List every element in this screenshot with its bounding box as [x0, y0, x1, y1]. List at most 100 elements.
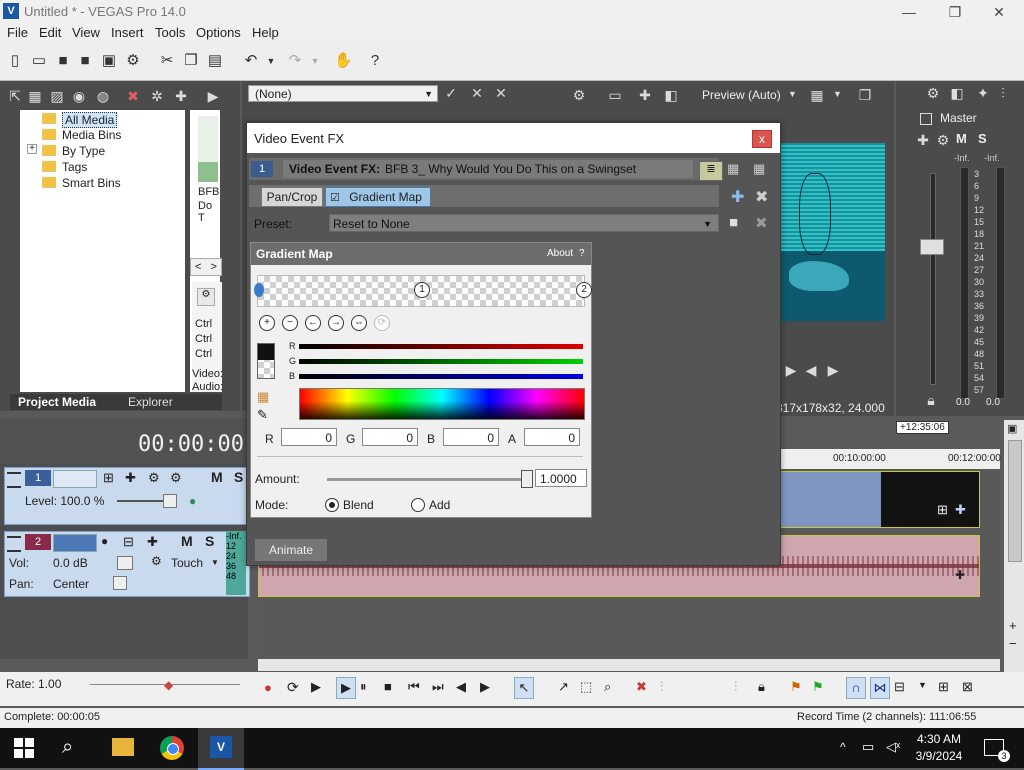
clock-date[interactable]: 3/9/2024 — [912, 749, 966, 763]
scroll-right-icon[interactable]: > — [211, 261, 217, 273]
amount-slider-handle[interactable] — [521, 470, 533, 488]
alpha-value-field[interactable]: 0 — [524, 428, 580, 446]
chrome-icon[interactable] — [160, 736, 184, 760]
menu-help[interactable]: Help — [252, 25, 279, 40]
compositing-child-icon[interactable]: ⚙ — [170, 470, 182, 486]
help-link[interactable]: ? — [579, 248, 585, 259]
undo-dropdown-icon[interactable]: ▼ — [262, 52, 280, 70]
alpha-color-spectrum[interactable] — [299, 388, 585, 420]
plugin-chain-icon[interactable]: ✚ — [731, 187, 744, 207]
properties-gear-icon[interactable]: ⚙ — [124, 52, 142, 70]
preview-quality[interactable]: Preview (Auto) — [702, 88, 781, 102]
ripple-edit-icon[interactable]: ⊟ — [894, 679, 905, 695]
zoom-in-icon[interactable]: + — [1009, 618, 1017, 633]
cut-icon[interactable]: ✂ — [158, 52, 176, 70]
video-track-header[interactable]: 1 ⊞ ✚ ⚙ ⚙ M S Level: 100.0 % ● — [4, 467, 250, 525]
transitions-icon[interactable]: ✕ — [468, 84, 486, 102]
gradient-stop-left[interactable] — [254, 283, 264, 297]
lock-envelopes-icon[interactable]: ⊞ — [938, 679, 949, 695]
next-stop-icon[interactable]: → — [328, 315, 344, 331]
track-color-icon[interactable]: ● — [189, 494, 196, 508]
next-frame-step-icon[interactable]: ▶ — [824, 361, 842, 379]
tab-explorer[interactable]: Explorer — [128, 395, 173, 409]
chevron-down-icon[interactable]: ▼ — [788, 89, 797, 99]
checkbox-checked-icon[interactable]: ☑ — [330, 192, 340, 204]
file-explorer-icon[interactable] — [112, 738, 134, 756]
fx-view-list-icon[interactable]: ≣ — [699, 161, 723, 181]
collapse-icon[interactable] — [7, 472, 21, 488]
red-slider[interactable] — [299, 344, 583, 349]
fx-preset-select[interactable]: (None) ▼ — [248, 85, 438, 102]
mode-add-label[interactable]: Add — [429, 498, 450, 512]
split-screen-icon[interactable]: ✚ — [636, 86, 654, 104]
media-thumbnail[interactable] — [198, 116, 218, 182]
master-checkbox[interactable] — [920, 113, 932, 125]
track-name-field[interactable] — [53, 534, 97, 552]
event-fx-icon[interactable]: ✚ — [955, 568, 965, 582]
copy-snapshot-icon[interactable]: ❐ — [856, 86, 874, 104]
minimize-button[interactable]: — — [886, 0, 932, 24]
maximize-button[interactable]: ❐ — [932, 0, 978, 24]
menu-file[interactable]: File — [7, 25, 28, 40]
disc-icon[interactable]: ◉ — [70, 87, 88, 105]
clock-time[interactable]: 4:30 AM — [916, 732, 962, 746]
menu-view[interactable]: View — [72, 25, 100, 40]
master-properties-gear-icon[interactable]: ⚙ — [924, 84, 942, 102]
mode-blend-label[interactable]: Blend — [343, 498, 374, 512]
menu-tools[interactable]: Tools — [155, 25, 185, 40]
plugin-manager-icon[interactable]: ✋ — [334, 52, 353, 70]
blue-slider[interactable] — [299, 374, 583, 379]
menu-edit[interactable]: Edit — [39, 25, 61, 40]
track-fx-icon[interactable]: ✚ — [125, 470, 136, 486]
preview-video-frame[interactable] — [779, 143, 885, 321]
media-fx-icon[interactable]: ✲ — [148, 87, 166, 105]
new-icon[interactable]: ▯ — [6, 52, 24, 70]
pause-icon[interactable]: ⏸︎ — [360, 679, 367, 695]
green-value-field[interactable]: 0 — [362, 428, 418, 446]
automation-gear-icon[interactable]: ⚙ — [151, 554, 162, 568]
auto-crossfade-icon[interactable]: ⋈ — [870, 677, 890, 699]
selection-tool-icon[interactable]: ⬚ — [580, 679, 592, 695]
solo-button[interactable]: S — [205, 533, 214, 549]
color-picker-icon[interactable]: ▦ — [257, 389, 269, 405]
chevron-down-icon[interactable]: ▼ — [211, 558, 219, 567]
downmix-icon[interactable]: ◧ — [948, 84, 966, 102]
tree-item-all-media[interactable]: All Media — [62, 112, 118, 128]
next-frame-icon[interactable]: ▶ — [480, 679, 490, 695]
close-icon[interactable]: ✕ — [492, 84, 510, 102]
fx-view-large-icon[interactable]: ▦ — [753, 161, 765, 177]
mute-button[interactable]: M — [211, 469, 223, 485]
event-pan-crop-icon[interactable]: ⊞ — [937, 502, 948, 518]
tab-project-media[interactable]: Project Media — [18, 395, 96, 409]
volume-muted-icon[interactable]: ◁ˣ — [886, 739, 900, 755]
tree-item-smart-bins[interactable]: Smart Bins — [62, 176, 121, 190]
tree-item-by-type[interactable]: By Type — [62, 144, 105, 158]
ignore-grouping-icon[interactable]: ⊠ — [962, 679, 973, 695]
preview-properties-gear-icon[interactable]: ⚙ — [570, 86, 588, 104]
radio-add[interactable] — [411, 498, 425, 512]
chevron-down-icon[interactable]: ▼ — [918, 680, 927, 690]
gradient-bar[interactable]: 1 2 — [254, 275, 592, 307]
whats-this-help-icon[interactable]: ? — [366, 52, 384, 70]
play-icon[interactable]: ▶ — [336, 677, 356, 699]
blue-value-field[interactable]: 0 — [443, 428, 499, 446]
open-icon[interactable]: ▭ — [30, 52, 48, 70]
master-fx-icon[interactable]: ✚ — [914, 131, 932, 149]
automation-mode[interactable]: Touch — [171, 556, 203, 570]
copy-icon[interactable]: ❐ — [182, 52, 200, 70]
delete-preset-icon[interactable]: ✖ — [755, 214, 768, 232]
audio-track-header[interactable]: 2 ● ⊟ ✚ M S Vol: 0.0 dB ⚙ Touch ▼ Pan: C… — [4, 531, 250, 597]
mute-button[interactable]: M — [956, 131, 967, 146]
radio-blend[interactable] — [325, 498, 339, 512]
menu-insert[interactable]: Insert — [111, 25, 144, 40]
track-fx-icon[interactable]: ✚ — [147, 534, 158, 550]
next-frame-icon[interactable]: ▶ — [782, 361, 800, 379]
spellcheck-icon[interactable]: ✓ — [442, 84, 460, 102]
gradient-stop-marker[interactable]: 1 — [414, 282, 430, 298]
go-to-start-icon[interactable]: ⏮︎ — [408, 679, 420, 695]
eyedropper-icon[interactable]: ✎ — [257, 407, 268, 423]
about-link[interactable]: About — [547, 248, 573, 259]
split-icon[interactable]: ⫶ — [734, 679, 737, 695]
scroll-left-icon[interactable]: < — [195, 261, 201, 273]
timeline-marker-icon[interactable]: ▣ — [1007, 422, 1017, 435]
